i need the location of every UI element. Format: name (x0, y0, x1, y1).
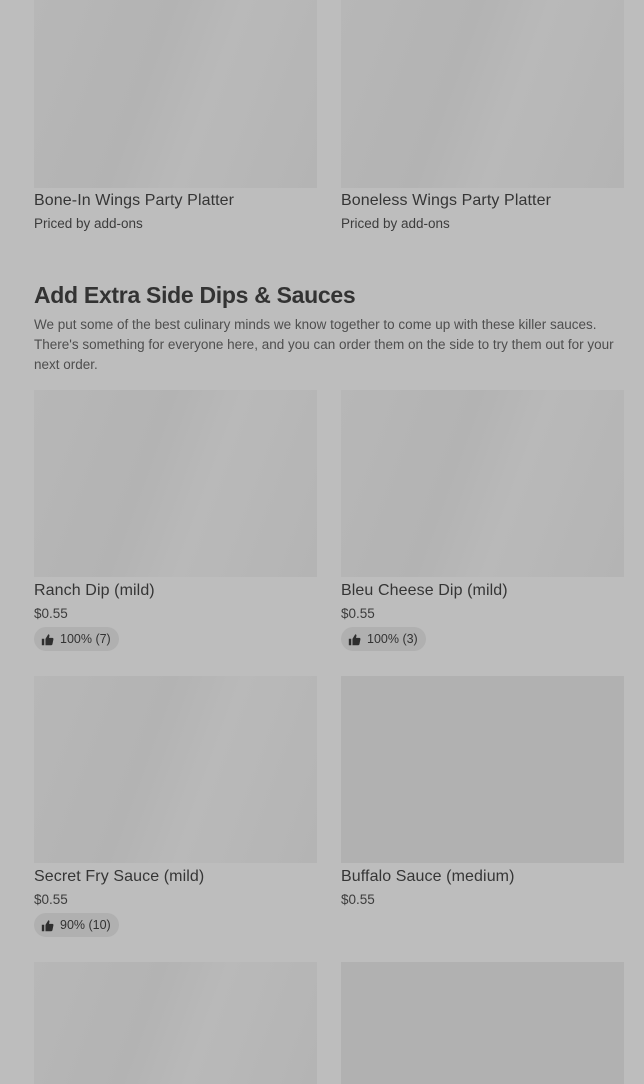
section-title: Add Extra Side Dips & Sauces (34, 282, 356, 308)
item-price-ranch-dip: $0.55 (34, 606, 68, 621)
item-image-bone-in-wings[interactable] (34, 0, 317, 188)
item-price-bone-in-wings: Priced by add-ons (34, 216, 143, 231)
item-image-next-left[interactable] (34, 962, 317, 1084)
item-price-boneless-wings: Priced by add-ons (341, 216, 450, 231)
thumbs-up-icon (41, 919, 54, 931)
item-price-bleu-cheese-dip: $0.55 (341, 606, 375, 621)
item-title-boneless-wings[interactable]: Boneless Wings Party Platter (341, 192, 551, 210)
item-title-bone-in-wings[interactable]: Bone-In Wings Party Platter (34, 192, 234, 210)
item-title-bleu-cheese-dip[interactable]: Bleu Cheese Dip (mild) (341, 582, 508, 600)
item-image-next-right[interactable] (341, 962, 624, 1084)
item-title-buffalo-sauce[interactable]: Buffalo Sauce (medium) (341, 868, 515, 886)
item-title-ranch-dip[interactable]: Ranch Dip (mild) (34, 582, 155, 600)
item-image-boneless-wings[interactable] (341, 0, 624, 188)
rating-text: 100% (3) (367, 632, 418, 646)
thumbs-up-icon (41, 633, 54, 645)
rating-text: 90% (10) (60, 918, 111, 932)
thumbs-up-icon (348, 633, 361, 645)
rating-text: 100% (7) (60, 632, 111, 646)
item-price-buffalo-sauce: $0.55 (341, 892, 375, 907)
item-image-bleu-cheese-dip[interactable] (341, 390, 624, 577)
item-title-secret-fry-sauce[interactable]: Secret Fry Sauce (mild) (34, 868, 204, 886)
item-image-buffalo-sauce[interactable] (341, 676, 624, 863)
item-image-ranch-dip[interactable] (34, 390, 317, 577)
item-image-secret-fry-sauce[interactable] (34, 676, 317, 863)
rating-badge-secret-fry-sauce: 90% (10) (34, 913, 119, 937)
item-price-secret-fry-sauce: $0.55 (34, 892, 68, 907)
rating-badge-bleu-cheese-dip: 100% (3) (341, 627, 426, 651)
rating-badge-ranch-dip: 100% (7) (34, 627, 119, 651)
section-description: We put some of the best culinary minds w… (34, 317, 614, 372)
